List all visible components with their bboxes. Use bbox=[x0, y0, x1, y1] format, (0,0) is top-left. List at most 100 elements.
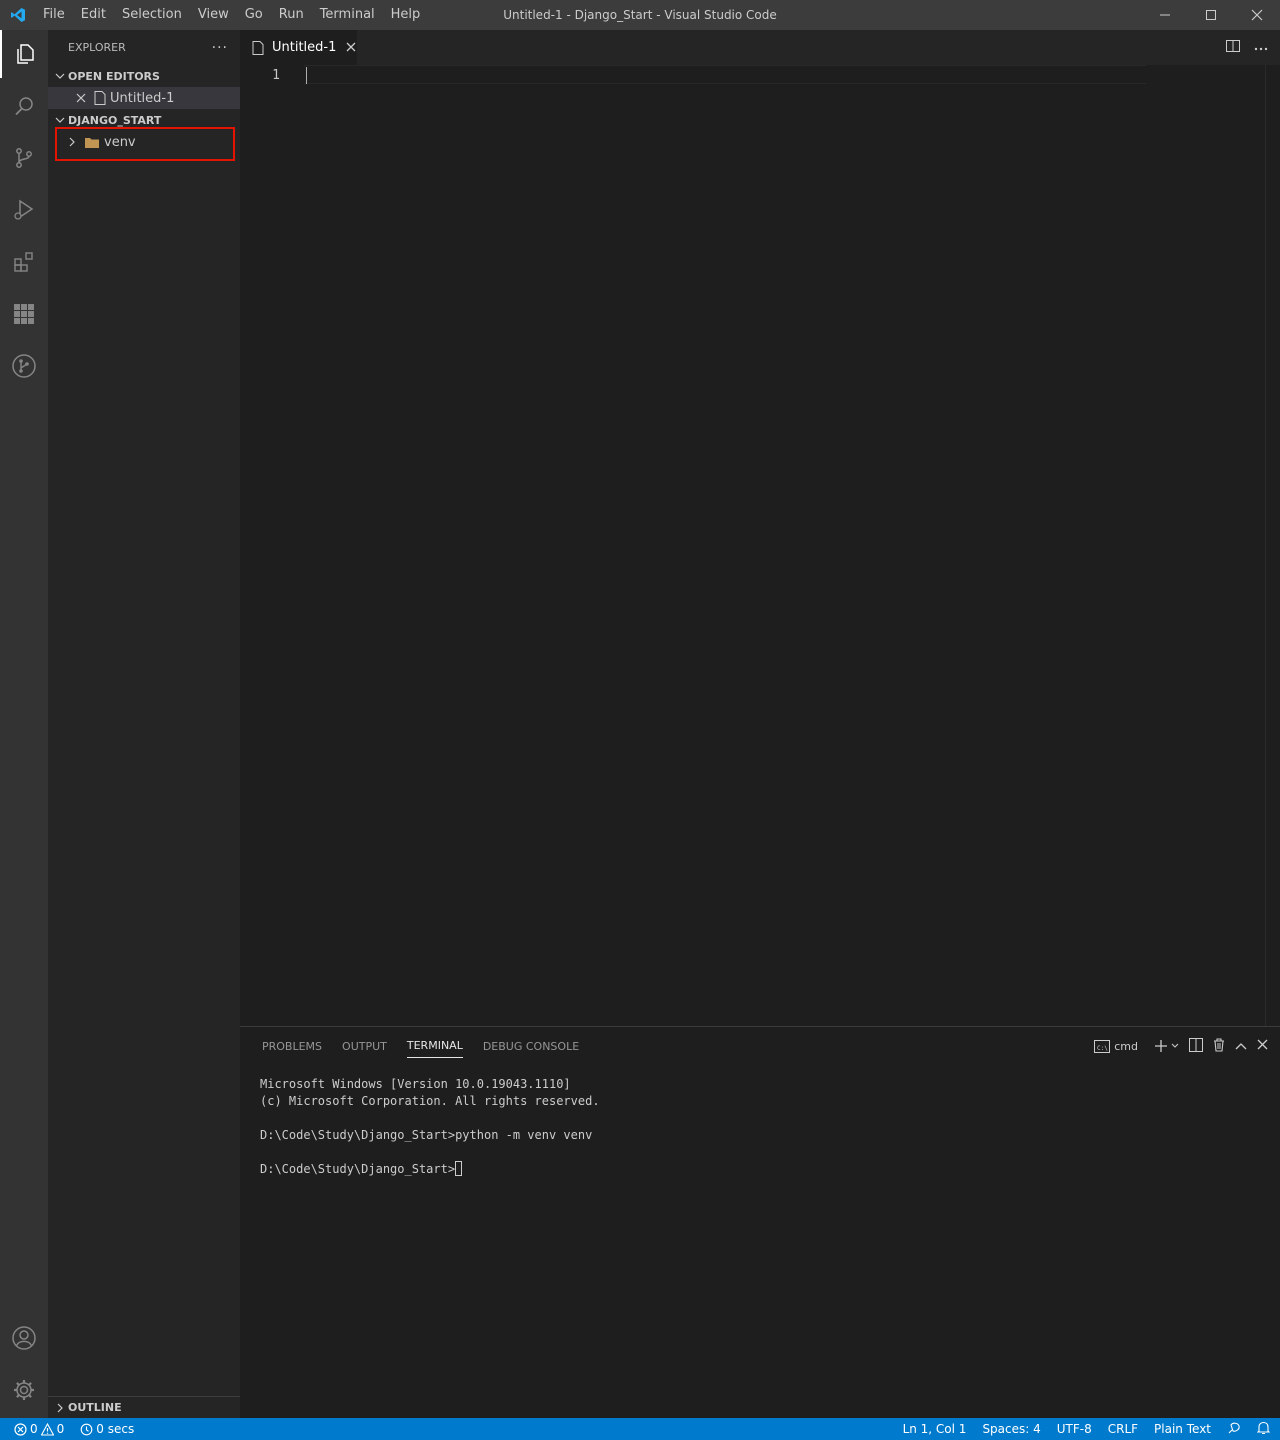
chevron-down-icon bbox=[1171, 1043, 1179, 1048]
source-control-icon bbox=[16, 148, 32, 168]
terminal-selector[interactable]: C:\ cmd bbox=[1094, 1039, 1138, 1053]
close-window-button[interactable] bbox=[1234, 0, 1280, 30]
tab-untitled-1[interactable]: Untitled-1 bbox=[240, 30, 357, 65]
maximize-button[interactable] bbox=[1188, 0, 1234, 30]
file-icon bbox=[252, 40, 272, 55]
end-of-line[interactable]: CRLF bbox=[1108, 1422, 1138, 1436]
status-bar: 0 0 0 secs Ln 1, Col 1 Spaces: 4 UTF-8 C… bbox=[0, 1418, 1280, 1440]
problems-status[interactable]: 0 0 bbox=[14, 1422, 64, 1436]
new-terminal-icon[interactable] bbox=[1154, 1039, 1179, 1053]
menu-terminal[interactable]: Terminal bbox=[312, 0, 383, 30]
tab-output[interactable]: OUTPUT bbox=[342, 1027, 387, 1065]
activity-explorer[interactable] bbox=[0, 30, 48, 78]
split-terminal-icon[interactable] bbox=[1189, 1037, 1203, 1055]
account-icon bbox=[12, 1326, 36, 1350]
maximize-panel-icon[interactable] bbox=[1235, 1040, 1247, 1053]
tab-debug-console[interactable]: DEBUG CONSOLE bbox=[483, 1027, 579, 1065]
gitlens-icon bbox=[12, 354, 36, 378]
encoding[interactable]: UTF-8 bbox=[1057, 1422, 1092, 1436]
open-editor-item[interactable]: Untitled-1 bbox=[48, 87, 240, 109]
tab-problems[interactable]: PROBLEMS bbox=[262, 1027, 322, 1065]
chevron-down-icon bbox=[52, 71, 68, 81]
close-panel-icon[interactable] bbox=[1257, 1039, 1268, 1053]
timer-label: 0 secs bbox=[96, 1422, 135, 1436]
code-editor[interactable]: 1 bbox=[240, 65, 1280, 1026]
close-editor-icon[interactable] bbox=[72, 93, 90, 103]
language-mode[interactable]: Plain Text bbox=[1154, 1422, 1211, 1436]
split-editor-icon[interactable] bbox=[1226, 39, 1240, 57]
open-editors-title: OPEN EDITORS bbox=[68, 69, 160, 83]
outline-section-header[interactable]: OUTLINE bbox=[48, 1396, 240, 1418]
title-bar: File Edit Selection View Go Run Terminal… bbox=[0, 0, 1280, 30]
menu-selection[interactable]: Selection bbox=[114, 0, 190, 30]
file-icon bbox=[90, 91, 110, 105]
activity-source-control[interactable] bbox=[0, 134, 48, 182]
close-tab-icon[interactable] bbox=[346, 40, 356, 56]
menu-edit[interactable]: Edit bbox=[73, 0, 114, 30]
more-actions-icon[interactable] bbox=[1254, 40, 1268, 55]
warning-icon bbox=[40, 1422, 54, 1436]
minimap-divider bbox=[1265, 65, 1266, 1026]
editor-tabs: Untitled-1 bbox=[240, 30, 1280, 65]
text-cursor bbox=[306, 67, 307, 84]
activity-accounts[interactable] bbox=[0, 1314, 48, 1362]
extensions-icon bbox=[14, 252, 33, 272]
more-actions-icon[interactable]: ··· bbox=[212, 40, 228, 56]
terminal-line: Microsoft Windows [Version 10.0.19043.11… bbox=[260, 1077, 571, 1091]
explorer-sidebar: EXPLORER ··· OPEN EDITORS Untitled-1 DJA… bbox=[48, 30, 240, 1418]
activity-gitlens[interactable] bbox=[0, 342, 48, 390]
error-count: 0 bbox=[30, 1422, 38, 1436]
search-icon bbox=[15, 97, 33, 116]
line-number: 1 bbox=[272, 68, 280, 83]
cursor-position[interactable]: Ln 1, Col 1 bbox=[903, 1422, 967, 1436]
tab-label: Untitled-1 bbox=[272, 40, 337, 55]
activity-search[interactable] bbox=[0, 82, 48, 130]
terminal-output[interactable]: Microsoft Windows [Version 10.0.19043.11… bbox=[260, 1076, 600, 1178]
terminal-line: D:\Code\Study\Django_Start>python -m ven… bbox=[260, 1128, 593, 1142]
activity-extensions[interactable] bbox=[0, 238, 48, 286]
menu-run[interactable]: Run bbox=[271, 0, 312, 30]
kill-terminal-icon[interactable] bbox=[1213, 1037, 1225, 1055]
terminal-shell-label: cmd bbox=[1114, 1039, 1138, 1053]
editor-area: Untitled-1 1 bbox=[240, 30, 1280, 1026]
menu-help[interactable]: Help bbox=[383, 0, 429, 30]
activity-run-debug[interactable] bbox=[0, 186, 48, 234]
minimize-icon bbox=[1160, 14, 1170, 16]
settings-gear-icon bbox=[14, 1380, 34, 1400]
vscode-logo-icon bbox=[0, 0, 35, 30]
menu-view[interactable]: View bbox=[190, 0, 237, 30]
open-editors-section-header[interactable]: OPEN EDITORS bbox=[48, 65, 240, 87]
terminal-line: ​ bbox=[260, 1144, 600, 1161]
feedback-icon[interactable] bbox=[1227, 1421, 1241, 1438]
panel-actions: C:\ cmd bbox=[1094, 1027, 1268, 1065]
outline-title: OUTLINE bbox=[68, 1401, 122, 1414]
notifications-bell-icon[interactable] bbox=[1256, 1421, 1271, 1438]
activity-remote-explorer[interactable] bbox=[0, 290, 48, 338]
minimize-button[interactable] bbox=[1142, 0, 1188, 30]
explorer-title: EXPLORER bbox=[68, 41, 126, 54]
menu-bar: File Edit Selection View Go Run Terminal… bbox=[35, 0, 428, 30]
window-controls bbox=[1142, 0, 1280, 30]
terminal-cursor bbox=[455, 1161, 463, 1176]
history-icon bbox=[80, 1423, 93, 1435]
menu-go[interactable]: Go bbox=[237, 0, 271, 30]
menu-file[interactable]: File bbox=[35, 0, 73, 30]
timer-status[interactable]: 0 secs bbox=[80, 1422, 134, 1436]
workspace-title: DJANGO_START bbox=[68, 113, 162, 127]
current-line-highlight bbox=[304, 65, 1146, 84]
terminal-prompt: D:\Code\Study\Django_Start> bbox=[260, 1162, 456, 1176]
terminal-line: ​ bbox=[260, 1110, 600, 1127]
tab-terminal[interactable]: TERMINAL bbox=[406, 1034, 463, 1058]
close-icon bbox=[1251, 9, 1263, 21]
explorer-header: EXPLORER ··· bbox=[48, 30, 240, 65]
explorer-icon bbox=[17, 44, 34, 64]
activity-manage[interactable] bbox=[0, 1366, 48, 1414]
editor-actions bbox=[1226, 30, 1268, 65]
maximize-icon bbox=[1206, 10, 1216, 20]
svg-text:C:\: C:\ bbox=[1097, 1045, 1108, 1052]
indentation[interactable]: Spaces: 4 bbox=[982, 1422, 1040, 1436]
bottom-panel: PROBLEMS OUTPUT TERMINAL DEBUG CONSOLE C… bbox=[240, 1026, 1280, 1418]
error-icon bbox=[14, 1422, 27, 1436]
terminal-prompt-line: D:\Code\Study\Django_Start> bbox=[260, 1161, 600, 1178]
activity-bar bbox=[0, 30, 48, 1418]
